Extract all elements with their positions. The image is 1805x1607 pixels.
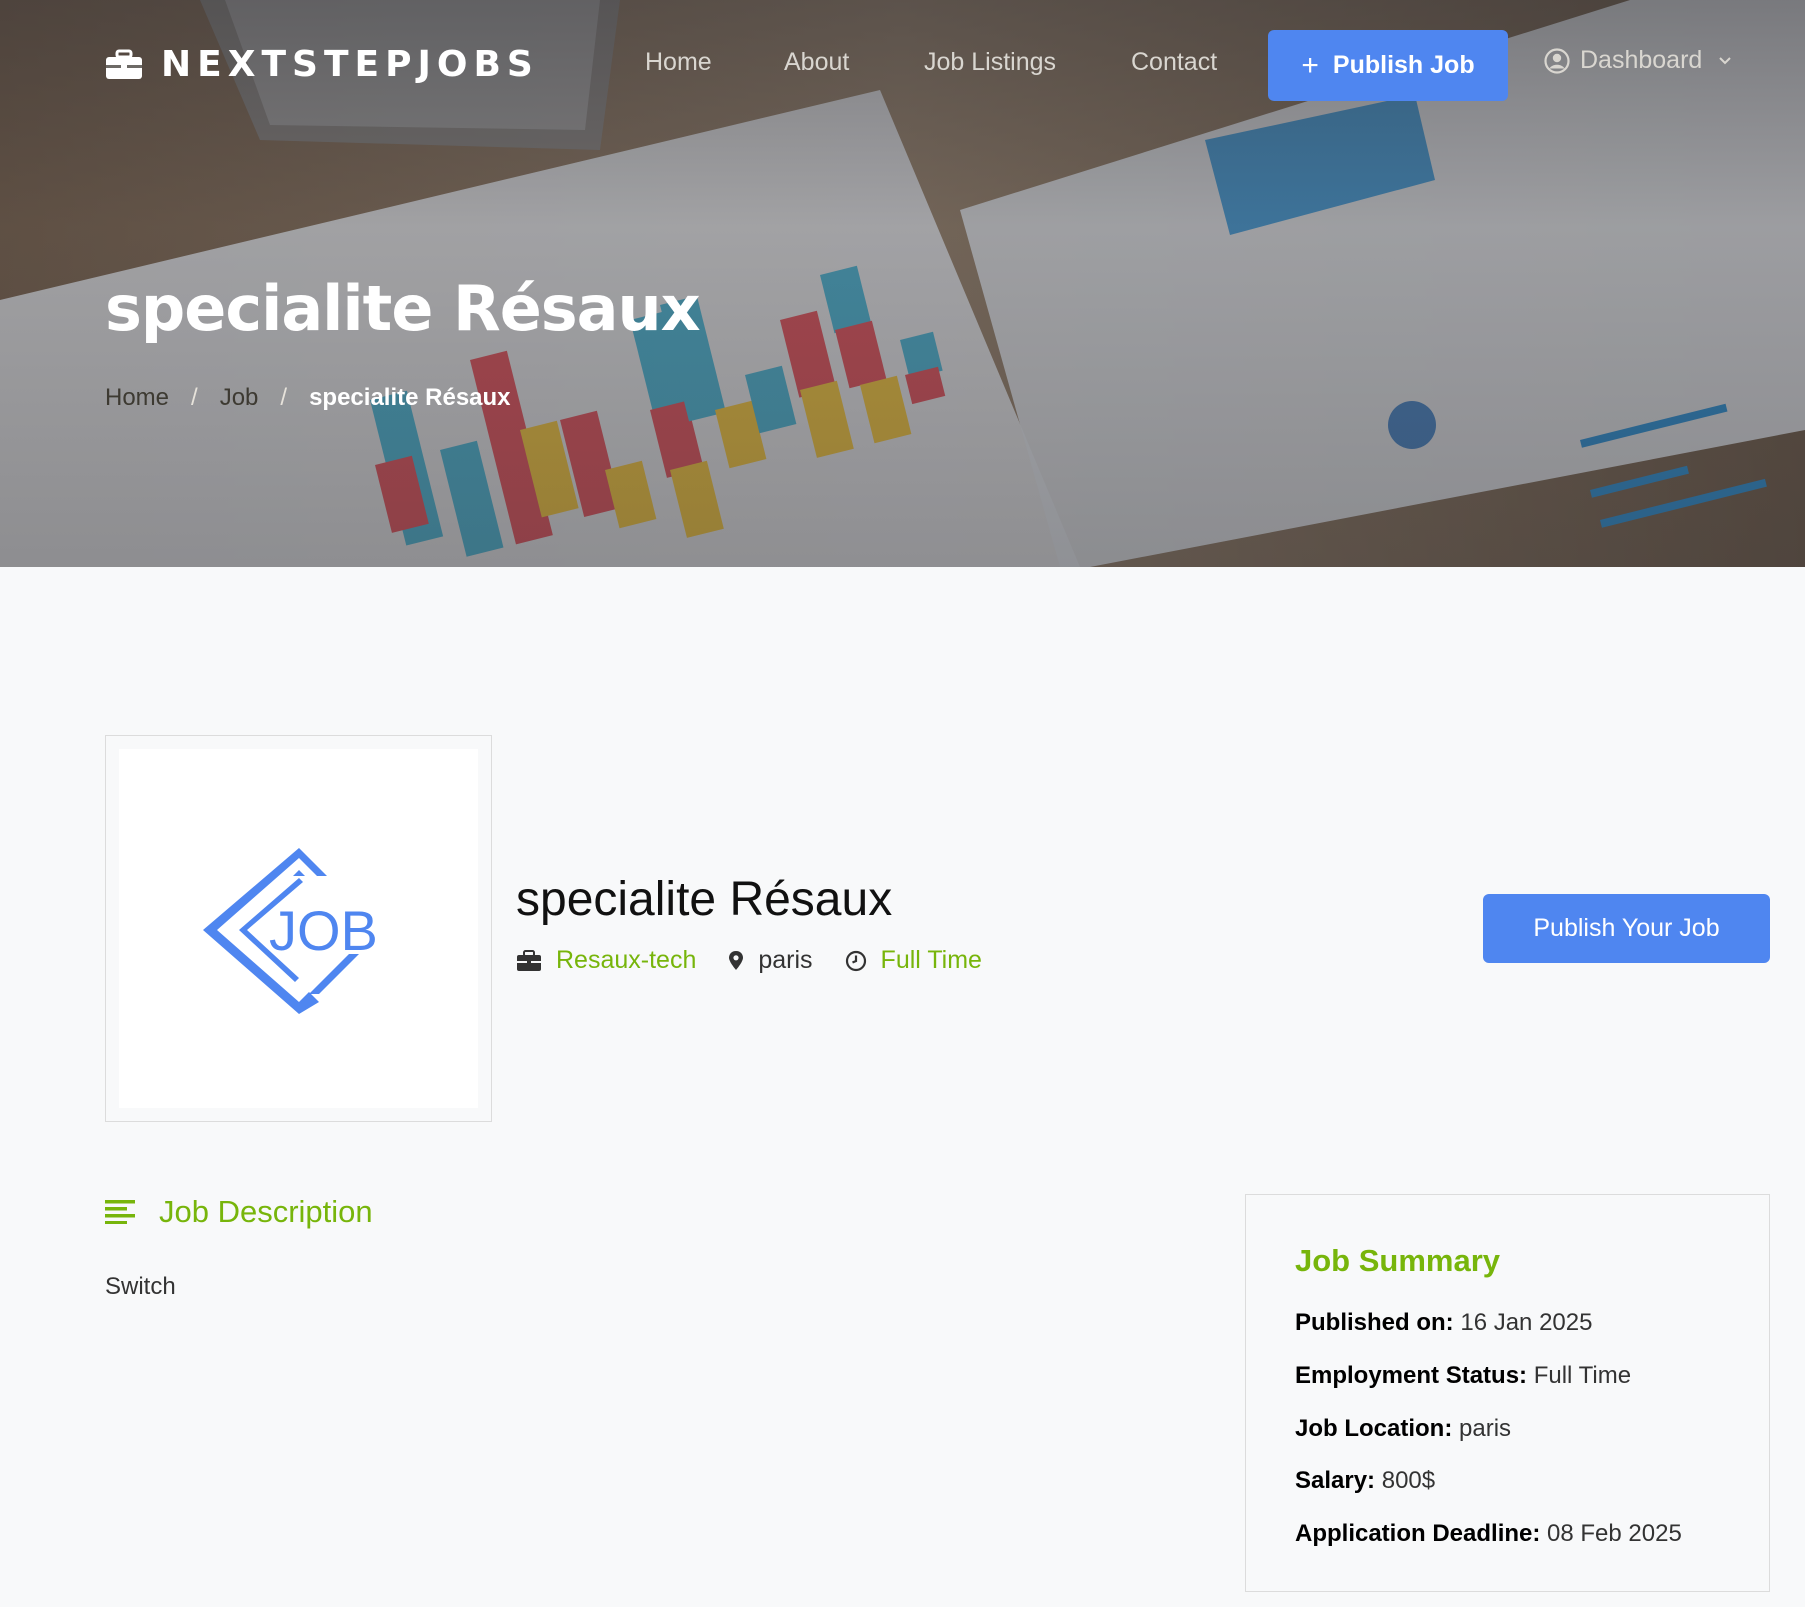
briefcase-icon <box>517 949 541 971</box>
company-logo-card: JOB <box>105 735 492 1122</box>
job-location: paris <box>728 946 813 975</box>
summary-label: Job Location: <box>1295 1415 1453 1442</box>
breadcrumb-separator: / <box>280 384 288 411</box>
nav-link-contact[interactable]: Contact <box>1131 48 1217 77</box>
brand-name: NEXTSTEPJOBS <box>161 44 539 85</box>
summary-label: Published on: <box>1295 1309 1454 1336</box>
breadcrumb-separator: / <box>191 384 198 411</box>
breadcrumb-home[interactable]: Home <box>105 384 169 412</box>
breadcrumb-job[interactable]: Job <box>220 384 259 412</box>
job-type[interactable]: Full Time <box>845 946 982 975</box>
summary-value: paris <box>1459 1415 1512 1442</box>
job-summary-title: Job Summary <box>1295 1243 1501 1278</box>
plus-icon: + <box>1301 48 1319 82</box>
nav-link-about[interactable]: About <box>784 48 849 77</box>
align-left-icon <box>105 1200 135 1224</box>
job-description-heading: Job Description <box>105 1194 373 1230</box>
summary-label: Employment Status: <box>1295 1362 1528 1389</box>
job-summary-card: Job Summary Published on: 16 Jan 2025 Em… <box>1245 1194 1770 1592</box>
logo-text: JOB <box>269 899 378 962</box>
summary-label: Salary: <box>1295 1467 1376 1494</box>
summary-value: 08 Feb 2025 <box>1547 1520 1682 1547</box>
hero-banner: NEXTSTEPJOBS Home About Job Listings Con… <box>0 0 1805 567</box>
location-text: paris <box>758 946 813 974</box>
nav-link-job-listings[interactable]: Job Listings <box>924 48 1056 77</box>
publish-your-job-button[interactable]: Publish Your Job <box>1483 894 1770 963</box>
summary-row-salary: Salary: 800$ <box>1295 1467 1435 1495</box>
summary-row-employment-status: Employment Status: Full Time <box>1295 1362 1631 1390</box>
job-meta: Resaux-tech paris Full Time <box>516 946 1014 975</box>
breadcrumb-current: specialite Résaux <box>309 384 511 411</box>
job-description-title: Job Description <box>159 1194 373 1229</box>
summary-value: Full Time <box>1533 1362 1632 1389</box>
summary-row-published: Published on: 16 Jan 2025 <box>1295 1309 1592 1337</box>
clock-icon <box>845 950 866 971</box>
dashboard-label: Dashboard <box>1580 46 1703 74</box>
job-company[interactable]: Resaux-tech <box>516 946 696 975</box>
user-circle-icon <box>1544 47 1570 74</box>
brand-logo[interactable]: NEXTSTEPJOBS <box>105 44 539 85</box>
job-title: specialite Résaux <box>516 873 893 926</box>
top-navbar: NEXTSTEPJOBS Home About Job Listings Con… <box>0 0 1805 130</box>
publish-job-label: Publish Job <box>1332 51 1475 79</box>
nav-link-home[interactable]: Home <box>645 48 712 77</box>
summary-value: 800$ <box>1381 1467 1436 1494</box>
publish-job-button[interactable]: + Publish Job <box>1268 30 1508 101</box>
breadcrumb: Home / Job / specialite Résaux <box>105 384 511 412</box>
summary-label: Application Deadline: <box>1295 1520 1541 1547</box>
summary-row-location: Job Location: paris <box>1295 1415 1511 1443</box>
dashboard-dropdown[interactable]: Dashboard <box>1544 46 1732 75</box>
employment-type: Full Time <box>880 946 982 974</box>
briefcase-icon <box>106 49 142 79</box>
chevron-down-icon <box>1719 56 1732 64</box>
page-title: specialite Résaux <box>105 272 701 345</box>
job-description-text: Switch <box>105 1273 176 1300</box>
map-pin-icon <box>729 950 744 970</box>
company-logo: JOB <box>119 749 478 1108</box>
summary-value: 16 Jan 2025 <box>1460 1309 1593 1336</box>
job-logo-icon: JOB <box>202 847 378 1014</box>
summary-row-deadline: Application Deadline: 08 Feb 2025 <box>1295 1520 1682 1548</box>
company-name: Resaux-tech <box>556 946 697 974</box>
